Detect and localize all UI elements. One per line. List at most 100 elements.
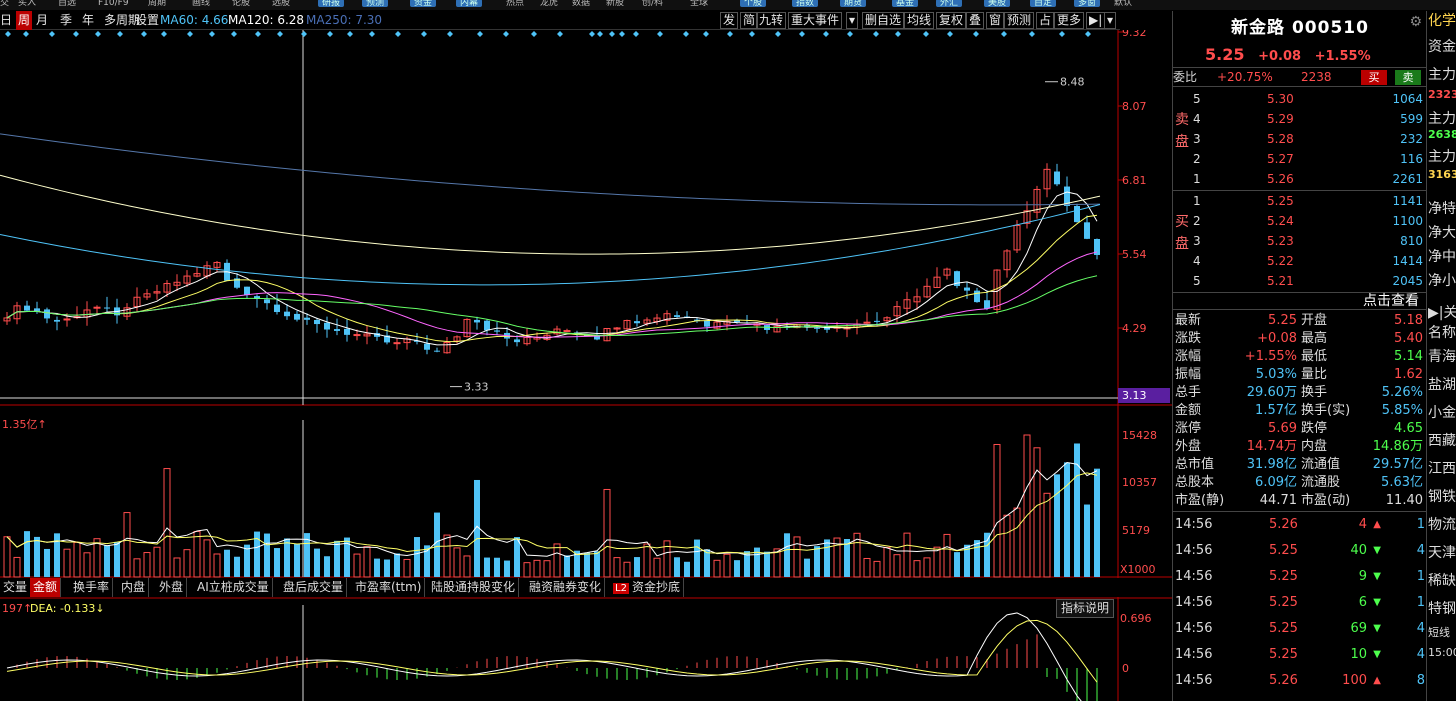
event-marker[interactable] (727, 31, 733, 37)
period-button[interactable]: 月 (36, 11, 48, 30)
ask-row[interactable]: 1 5.26 2261 (1193, 169, 1427, 189)
sell-button[interactable]: 卖 (1395, 70, 1421, 85)
top-menu-item[interactable]: 新股 (606, 0, 624, 8)
toolbar-button[interactable]: ▾ (846, 12, 859, 29)
far-right-item[interactable]: ▶|关 (1428, 303, 1456, 323)
bid-row[interactable]: 1 5.25 1141 (1193, 191, 1427, 211)
period-button[interactable]: 季 (60, 11, 72, 30)
toolbar-button[interactable]: 发 (720, 12, 739, 29)
event-marker[interactable] (799, 31, 805, 37)
event-marker[interactable] (1001, 31, 1007, 37)
click-view-button[interactable]: 点击查看 (1173, 292, 1427, 310)
top-menu-item[interactable]: 自选 (58, 0, 76, 8)
indicator-tab[interactable]: L2 资金抄底 (610, 578, 684, 597)
settings-button[interactable]: 设置 (135, 11, 159, 30)
toolbar-button[interactable]: 九转 (756, 12, 787, 29)
bid-row[interactable]: 5 5.21 2045 (1193, 271, 1427, 291)
bid-row[interactable]: 4 5.22 1414 (1193, 251, 1427, 271)
toolbar-button[interactable]: 叠 (966, 12, 985, 29)
event-marker[interactable] (847, 31, 853, 37)
top-menu-item[interactable]: 全球 (690, 0, 708, 8)
indicator-tab[interactable]: 外盘 (156, 578, 188, 597)
top-menu-item[interactable]: 期货 (840, 0, 867, 8)
far-right-item[interactable]: 物流 (1428, 515, 1456, 535)
far-right-item[interactable]: 稀缺 (1428, 571, 1456, 591)
event-marker[interactable] (209, 31, 215, 37)
event-marker[interactable] (1029, 31, 1035, 37)
toolbar-button[interactable]: 重大事件 (788, 12, 843, 29)
top-menu-item[interactable]: 数据 (572, 0, 590, 8)
event-marker[interactable] (141, 31, 147, 37)
event-marker[interactable] (503, 31, 509, 37)
event-marker[interactable] (531, 31, 537, 37)
far-right-item[interactable]: 3163 (1428, 165, 1456, 185)
event-marker[interactable] (923, 31, 929, 37)
indicator-tab[interactable]: 内盘 (118, 578, 150, 597)
event-marker[interactable] (619, 31, 625, 37)
toolbar-button[interactable]: 预测 (1004, 12, 1035, 29)
far-right-item[interactable]: 2638 (1428, 125, 1456, 145)
indicator-tab[interactable]: 金额 (30, 578, 62, 597)
event-marker[interactable] (277, 31, 283, 37)
event-marker[interactable] (657, 31, 663, 37)
top-menu-item[interactable]: 研报 (318, 0, 345, 8)
far-right-item[interactable]: 盐湖 (1428, 375, 1456, 395)
event-marker[interactable] (477, 31, 483, 37)
far-right-item[interactable]: 净大 (1428, 223, 1456, 243)
top-menu-item[interactable]: 买入 (18, 0, 36, 8)
far-right-item[interactable]: 2323 (1428, 85, 1456, 105)
ask-row[interactable]: 2 5.27 116 (1193, 149, 1427, 169)
buy-button[interactable]: 买 (1361, 70, 1387, 85)
event-marker[interactable] (609, 31, 615, 37)
toolbar-button[interactable]: 更多 (1054, 12, 1085, 29)
far-right-item[interactable]: 化学 (1428, 11, 1456, 31)
top-menu-item[interactable]: 外汇 (936, 0, 963, 8)
top-menu-item[interactable]: F10/F9 (98, 0, 129, 8)
toolbar-button[interactable]: 占 (1036, 12, 1055, 29)
indicator-tab[interactable]: AI立桩成交量 (194, 578, 273, 597)
top-menu-item[interactable]: 默认 (1114, 0, 1132, 8)
event-marker[interactable] (301, 31, 307, 37)
far-right-item[interactable]: 小金 (1428, 403, 1456, 423)
event-marker[interactable] (895, 31, 901, 37)
top-menu-item[interactable]: 个股 (740, 0, 767, 8)
far-right-item[interactable]: 净小 (1428, 271, 1456, 291)
far-right-item[interactable]: 短线 (1428, 623, 1450, 643)
event-marker[interactable] (187, 31, 193, 37)
top-menu-item[interactable]: 交 (0, 0, 9, 8)
gear-icon[interactable]: ⚙ (1409, 14, 1422, 30)
top-menu-item[interactable]: 多窗 (1074, 0, 1101, 8)
top-menu-item[interactable]: 预测 (362, 0, 389, 8)
ask-row[interactable]: 4 5.29 599 (1193, 109, 1427, 129)
far-right-item[interactable]: 江西 (1428, 459, 1456, 479)
toolbar-button[interactable]: 复权 (936, 12, 967, 29)
event-marker[interactable] (947, 31, 953, 37)
kline-chart[interactable]: 9.32 8.07 6.81 5.54 4.29 3.13 15428 10357 5179 X1… (0, 30, 1172, 701)
toolbar-button[interactable]: ▾ (1104, 12, 1117, 29)
kline-chart-area[interactable]: 9.32 8.07 6.81 5.54 4.29 3.13 15428 10357 5179 X1… (0, 30, 1172, 701)
toolbar-button[interactable]: 均线 (904, 12, 935, 29)
event-marker[interactable] (369, 31, 375, 37)
period-button[interactable]: 周 (16, 11, 33, 30)
event-marker[interactable] (973, 31, 979, 37)
event-marker[interactable] (5, 31, 11, 37)
far-right-item[interactable]: 西藏 (1428, 431, 1456, 451)
far-right-item[interactable]: 特钢 (1428, 599, 1456, 619)
toolbar-button[interactable]: ▶| (1086, 12, 1106, 29)
event-marker[interactable] (683, 31, 689, 37)
top-menu-item[interactable]: 周期 (148, 0, 166, 8)
event-marker[interactable] (231, 31, 237, 37)
event-marker[interactable] (255, 31, 261, 37)
indicator-help-button[interactable]: 指标说明 (1056, 599, 1114, 618)
event-marker[interactable] (95, 31, 101, 37)
event-marker[interactable] (421, 31, 427, 37)
event-marker[interactable] (597, 31, 603, 37)
far-right-item[interactable]: 资金 (1428, 37, 1456, 57)
far-right-item[interactable]: 主力 (1428, 65, 1456, 85)
top-menu-item[interactable]: 基金 (892, 0, 919, 8)
event-marker[interactable] (23, 31, 29, 37)
event-marker[interactable] (823, 31, 829, 37)
top-menu-item[interactable]: 论股 (232, 0, 250, 8)
top-menu-item[interactable]: 画线 (192, 0, 210, 8)
far-right-item[interactable]: 名称 (1428, 323, 1456, 343)
